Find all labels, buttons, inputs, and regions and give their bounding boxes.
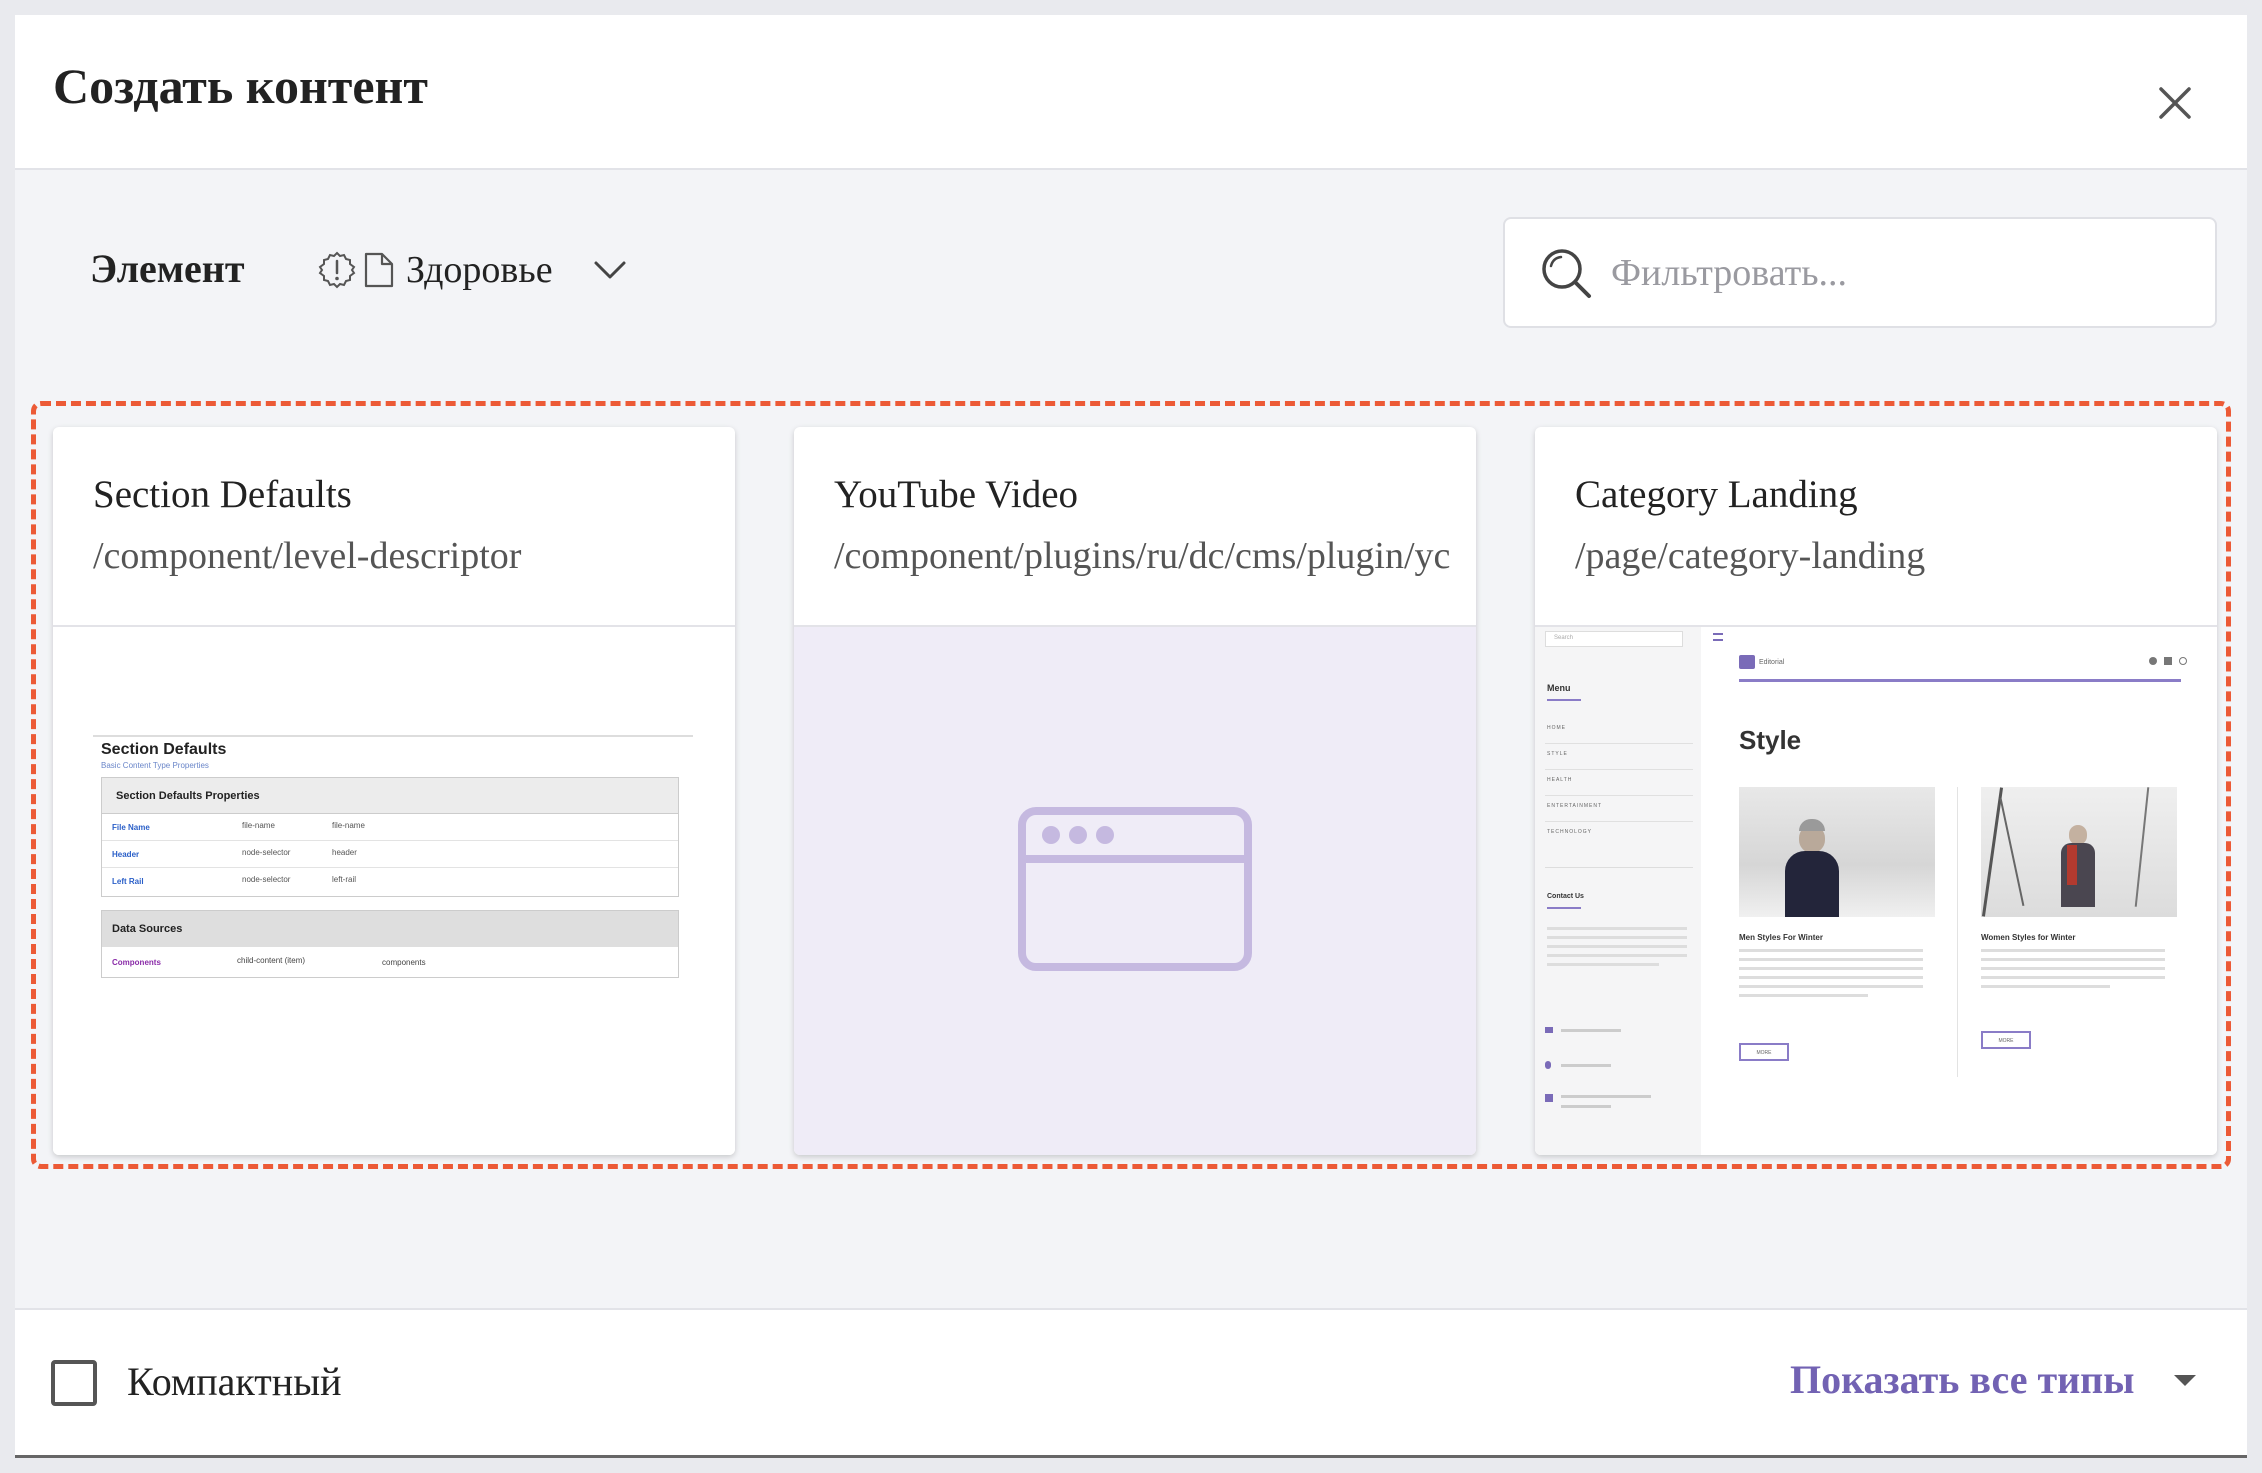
dialog-footer: Компактный Показать все типы [15, 1308, 2247, 1458]
dialog-title: Создать контент [53, 58, 428, 114]
compact-checkbox[interactable] [51, 1360, 97, 1406]
card-header: YouTube Video /component/plugins/ru/dc/c… [794, 427, 1476, 627]
preview-main: Editorial Style Men Styles For Winter MO… [1701, 627, 2217, 1155]
content-type-card-section-defaults[interactable]: Section Defaults /component/level-descri… [53, 427, 735, 1155]
preview-text-lines [1547, 927, 1687, 972]
preview-sources-title: Data Sources [102, 911, 678, 947]
show-all-types-button[interactable]: Показать все типы [1790, 1356, 2198, 1403]
show-all-types-label: Показать все типы [1790, 1357, 2135, 1402]
browser-window-icon [1018, 807, 1252, 971]
preview-row: Left Rail node-selector left-rail [112, 875, 357, 886]
card-path: /component/plugins/ru/dc/cms/plugin/yc [834, 535, 1451, 577]
preview-properties-title: Section Defaults Properties [102, 778, 678, 814]
content-kind-label: Элемент [90, 246, 245, 291]
preview-menu-item: STYLE [1547, 751, 1568, 757]
preview-article-title: Men Styles For Winter [1739, 933, 1823, 942]
preview-sidebar: Search Menu HOME STYLE HEALTH ENTERTAINM… [1535, 627, 1701, 1155]
content-type-card-category-landing[interactable]: Category Landing /page/category-landing … [1535, 427, 2217, 1155]
site-selector[interactable]: Здоровье [318, 240, 627, 300]
preview-menu-icon [1713, 633, 1723, 641]
preview-row: Components child-content (item) componen… [112, 956, 426, 967]
content-type-card-youtube-video[interactable]: YouTube Video /component/plugins/ru/dc/c… [794, 427, 1476, 1155]
preview-properties-box: Section Defaults Properties File Name fi… [101, 777, 679, 897]
preview-logo [1739, 655, 1755, 669]
preview-more-button: MORE [1739, 1043, 1789, 1061]
search-icon [1542, 248, 1591, 298]
compact-label: Компактный [127, 1359, 342, 1404]
preview-sources-box: Data Sources Components child-content (i… [101, 910, 679, 978]
card-title: YouTube Video [834, 473, 1079, 516]
card-preview-form: Section Defaults Basic Content Type Prop… [53, 627, 735, 1155]
breadcrumb-label: Здоровье [406, 249, 553, 291]
caret-down-icon [2174, 1374, 2197, 1386]
create-content-dialog: Создать контент Элемент Здоровье Фильтро… [15, 15, 2247, 1458]
preview-row: File Name file-name file-name [102, 814, 678, 841]
preview-contact-title: Contact Us [1547, 893, 1584, 900]
card-title: Section Defaults [93, 473, 352, 516]
preview-heading: Section Defaults [101, 741, 227, 758]
preview-photo-man [1739, 787, 1935, 917]
preview-subheading: Basic Content Type Properties [101, 761, 209, 770]
preview-menu-item: HOME [1547, 725, 1566, 731]
preview-menu-item: ENTERTAINMENT [1547, 803, 1603, 809]
card-path: /component/level-descriptor [93, 535, 522, 577]
preview-row: Header node-selector header [102, 841, 678, 868]
card-header: Category Landing /page/category-landing [1535, 427, 2217, 627]
preview-search: Search [1545, 631, 1683, 647]
preview-menu-title: Menu [1547, 683, 1571, 693]
card-title: Category Landing [1575, 473, 1858, 516]
warning-icon [318, 251, 356, 289]
preview-style-heading: Style [1739, 725, 1802, 755]
preview-menu-item: TECHNOLOGY [1547, 829, 1593, 835]
filter-field[interactable] [1503, 217, 2217, 328]
card-preview-placeholder [794, 627, 1476, 1155]
preview-menu-item: HEALTH [1547, 777, 1573, 783]
card-header: Section Defaults /component/level-descri… [53, 427, 735, 627]
dialog-header: Создать контент [15, 15, 2247, 170]
preview-brand: Editorial [1759, 659, 1785, 666]
file-icon [364, 252, 394, 288]
preview-more-button: MORE [1981, 1031, 2031, 1049]
preview-photo-woman [1981, 787, 2177, 917]
filter-input[interactable] [1611, 250, 2171, 295]
preview-article-title: Women Styles for Winter [1981, 933, 2076, 942]
close-icon[interactable] [2145, 73, 2205, 133]
card-preview-landing: Search Menu HOME STYLE HEALTH ENTERTAINM… [1535, 627, 2217, 1155]
card-path: /page/category-landing [1575, 535, 1926, 577]
preview-text-lines [1981, 949, 2165, 988]
preview-text-lines [1739, 949, 1923, 997]
chevron-down-icon [594, 261, 626, 279]
